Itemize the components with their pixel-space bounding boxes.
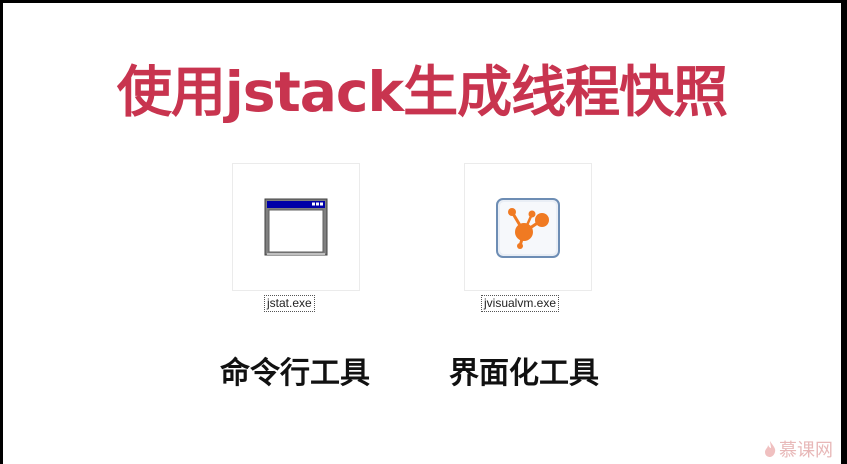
watermark-text: 慕课网 bbox=[779, 440, 833, 461]
jvisualvm-filename[interactable]: jvisualvm.exe bbox=[481, 295, 560, 312]
flame-icon bbox=[765, 441, 776, 457]
gui-tool-caption: 界面化工具 bbox=[449, 356, 599, 391]
window-app-icon bbox=[264, 198, 328, 256]
watermark-logo: 慕课网 bbox=[763, 436, 833, 462]
visualvm-icon bbox=[496, 198, 560, 258]
cli-tool-caption: 命令行工具 bbox=[220, 356, 370, 391]
slide-title: 使用jstack生成线程快照 bbox=[116, 60, 728, 124]
jvisualvm-icon-tile[interactable] bbox=[464, 163, 592, 291]
jstat-filename[interactable]: jstat.exe bbox=[264, 295, 315, 312]
slide: 使用jstack生成线程快照 jstat.exe 命令行工具 jvisualvm… bbox=[3, 3, 841, 464]
jstat-icon-tile[interactable] bbox=[232, 163, 360, 291]
